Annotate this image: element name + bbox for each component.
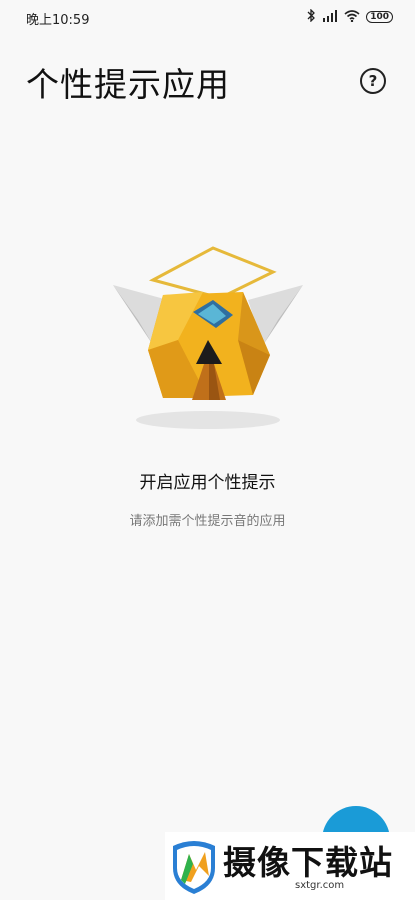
empty-state-subtitle: 请添加需个性提示音的应用 (129, 514, 286, 529)
wifi-icon (344, 9, 360, 25)
signal-icon (322, 9, 338, 25)
watermark-logo (173, 841, 215, 894)
watermark: 摄像下载站 sxtgr.com (165, 832, 415, 900)
battery-icon: 100 (366, 11, 393, 23)
status-icons: 100 (307, 8, 393, 25)
question-circle-icon[interactable]: ? (360, 68, 386, 94)
watermark-url: sxtgr.com (295, 880, 345, 891)
page-title: 个性提示应用 (26, 65, 230, 104)
status-bar: 晚上10:59 100 (0, 0, 415, 36)
empty-state-illustration (108, 240, 308, 440)
empty-state-title: 开启应用个性提示 (139, 473, 276, 493)
bluetooth-icon (307, 8, 316, 25)
watermark-text: 摄像下载站 (223, 843, 393, 882)
status-time: 晚上10:59 (26, 13, 90, 28)
